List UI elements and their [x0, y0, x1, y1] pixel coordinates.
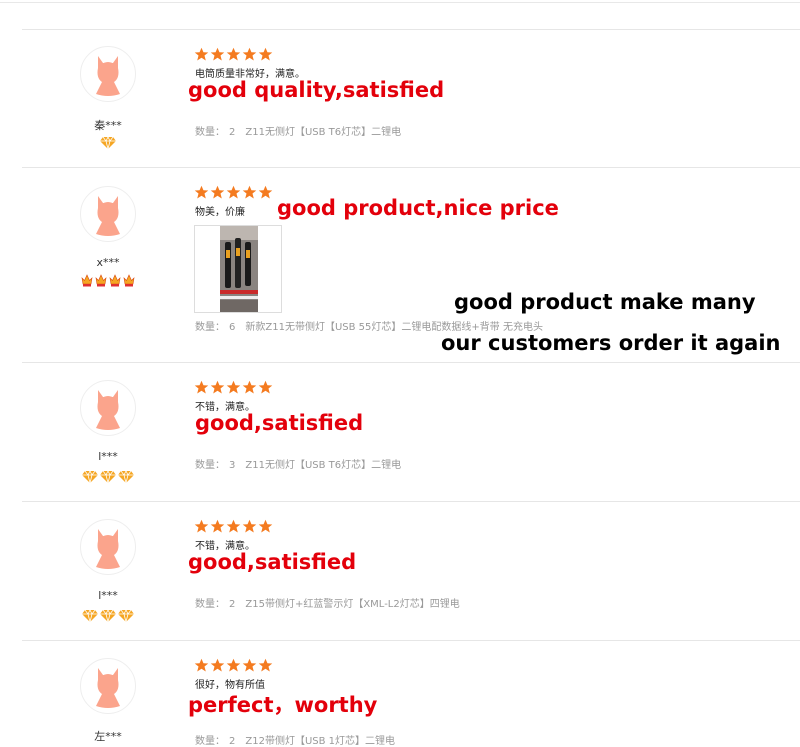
star-icon [258, 185, 273, 199]
star-icon [210, 658, 225, 672]
quantity-label: 数量： [195, 460, 225, 471]
diamond-icon [82, 471, 98, 483]
star-rating [194, 185, 274, 200]
crown-icon [123, 274, 135, 287]
star-icon [226, 47, 241, 61]
buyer-level-badge [22, 610, 194, 622]
reviewer-name: l*** [98, 589, 118, 602]
diamond-icon [100, 610, 116, 622]
star-icon [242, 47, 257, 61]
product-variant: Z11无侧灯【USB T6灯芯】二锂电 [245, 127, 402, 138]
top-divider [0, 2, 800, 3]
review-translation: good product,nice price [277, 196, 559, 220]
diamond-icon [118, 471, 134, 483]
avatar[interactable] [80, 186, 136, 242]
star-icon [210, 47, 225, 61]
review-translation: good,satisfied [195, 411, 364, 435]
diamond-icon [82, 610, 98, 622]
quantity-value: 6 [229, 322, 236, 333]
quantity-value: 3 [229, 460, 236, 471]
buyer-level-badge [22, 471, 194, 483]
reviewer-name: x*** [96, 256, 120, 269]
star-icon [194, 380, 209, 394]
review-photo[interactable] [194, 225, 282, 313]
buyer-level-badge [22, 274, 194, 287]
star-icon [226, 185, 241, 199]
avatar[interactable] [80, 519, 136, 575]
product-variant: Z11无侧灯【USB T6灯芯】二锂电 [245, 460, 402, 471]
avatar[interactable] [80, 46, 136, 102]
star-icon [210, 185, 225, 199]
quantity-label: 数量： [195, 127, 225, 138]
quantity-label: 数量： [195, 736, 225, 747]
star-rating [194, 47, 274, 62]
review-item: 左*** 很好，物有所值 perfect，worthy 数量： 2 Z12带侧灯【U… [22, 640, 800, 747]
reviewer-name: l*** [98, 450, 118, 463]
quantity-label: 数量： [195, 599, 225, 610]
quantity-label: 数量： [195, 322, 225, 333]
avatar[interactable] [80, 658, 136, 714]
star-icon [258, 380, 273, 394]
star-icon [258, 47, 273, 61]
order-meta: 数量： 3 Z11无侧灯【USB T6灯芯】二锂电 [195, 456, 401, 471]
review-item: 秦*** 电筒质量非常好，满意。 good quality,satisfied … [22, 29, 800, 168]
star-icon [194, 47, 209, 61]
star-icon [210, 519, 225, 533]
crown-icon [109, 274, 121, 287]
diamond-icon [118, 610, 134, 622]
buyer-level-badge [22, 137, 194, 149]
review-comment: 物美，价廉 [195, 207, 245, 218]
avatar[interactable] [80, 380, 136, 436]
callout-line-1: good product make many [454, 290, 756, 314]
review-translation: perfect，worthy [188, 693, 378, 717]
review-item: l*** 不错，满意。 good,satisfied 数量： 2 Z15带侧灯+红蓝… [22, 501, 800, 641]
review-translation: good quality,satisfied [188, 78, 445, 102]
crown-icon [81, 274, 93, 287]
callout-line-2: our customers order it again [441, 331, 781, 355]
star-icon [242, 380, 257, 394]
star-icon [242, 185, 257, 199]
star-rating [194, 519, 274, 534]
crown-icon [95, 274, 107, 287]
star-icon [226, 380, 241, 394]
reviewer-name: 左*** [94, 730, 122, 743]
quantity-value: 2 [229, 127, 236, 138]
star-icon [242, 519, 257, 533]
reviewer-name: 秦*** [94, 119, 122, 132]
quantity-value: 2 [229, 736, 236, 747]
star-icon [226, 519, 241, 533]
star-icon [210, 380, 225, 394]
star-icon [258, 519, 273, 533]
star-icon [194, 185, 209, 199]
diamond-icon [100, 137, 116, 149]
star-icon [194, 519, 209, 533]
star-icon [194, 658, 209, 672]
review-translation: good,satisfied [188, 550, 357, 574]
product-variant: Z15带侧灯+红蓝警示灯【XML-L2灯芯】四锂电 [245, 599, 460, 610]
quantity-value: 2 [229, 599, 236, 610]
order-meta: 数量： 2 Z15带侧灯+红蓝警示灯【XML-L2灯芯】四锂电 [195, 595, 460, 610]
star-rating [194, 658, 274, 673]
star-icon [258, 658, 273, 672]
diamond-icon [100, 471, 116, 483]
product-variant: Z12带侧灯【USB 1灯芯】二锂电 [245, 736, 396, 747]
order-meta: 数量： 2 Z11无侧灯【USB T6灯芯】二锂电 [195, 123, 401, 138]
star-icon [226, 658, 241, 672]
order-meta: 数量： 2 Z12带侧灯【USB 1灯芯】二锂电 [195, 732, 395, 747]
review-item: l*** 不错，满意。 good,satisfied 数量： 3 Z11无侧灯【US… [22, 362, 800, 502]
star-icon [242, 658, 257, 672]
star-rating [194, 380, 274, 395]
